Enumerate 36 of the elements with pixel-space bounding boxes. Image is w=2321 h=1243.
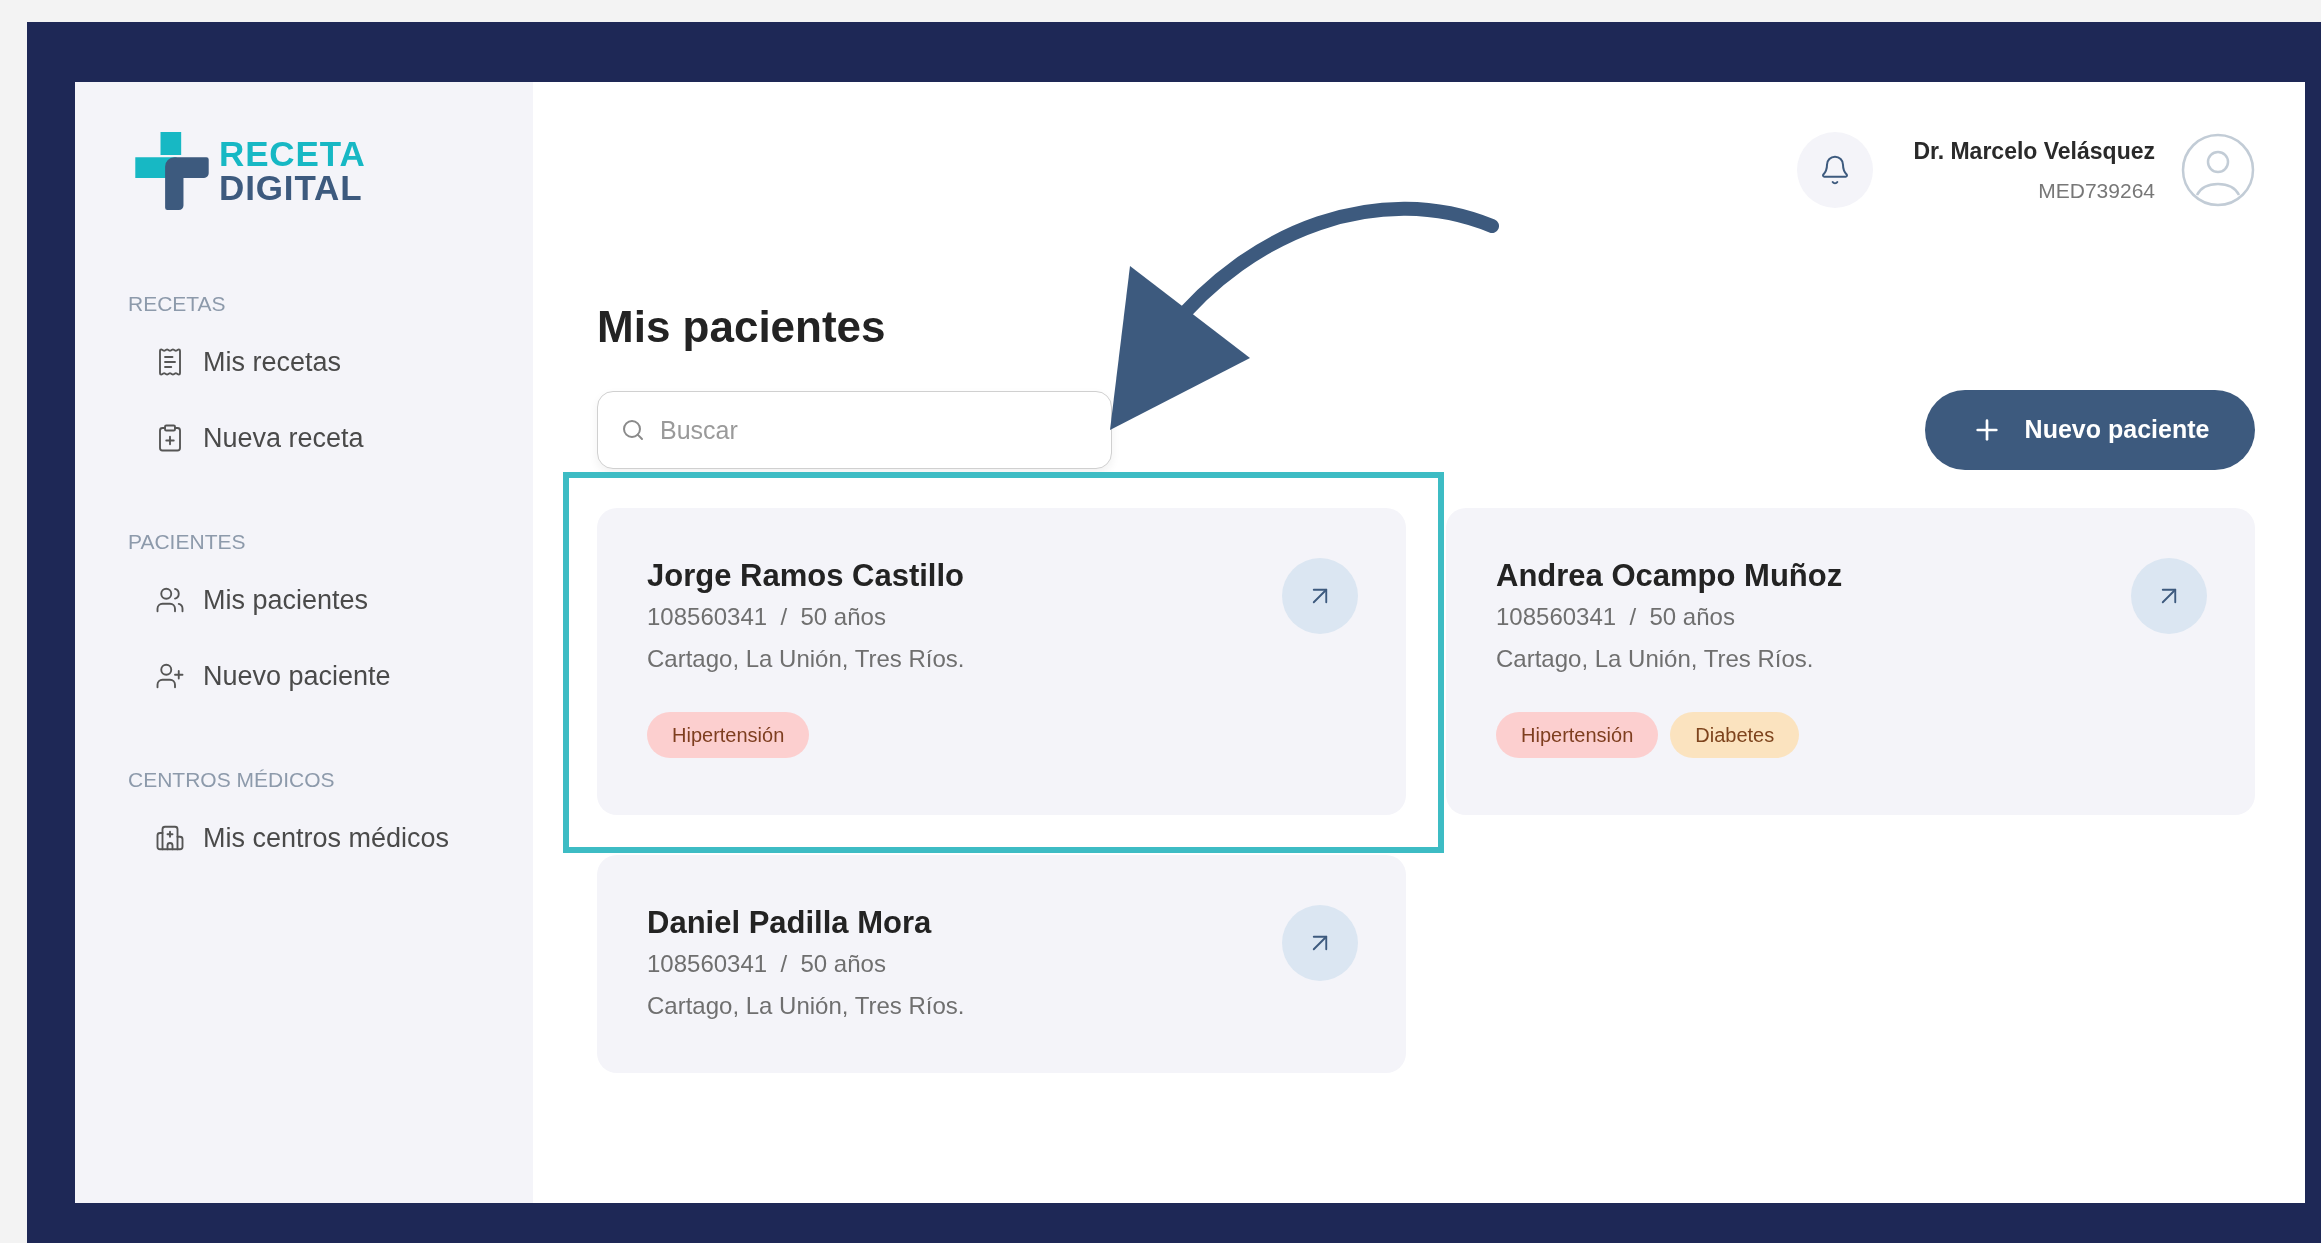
section-label: CENTROS MÉDICOS [128,767,336,794]
condition-tag: Diabetes [1670,712,1800,758]
user-name: Dr. Marcelo Velásquez [1913,137,2155,166]
hospital-icon [155,823,185,853]
user-plus-icon [155,661,185,691]
section-label: RECETAS [128,291,227,318]
patient-name: Jorge Ramos Castillo [647,558,965,594]
condition-tag: Hipertensión [647,712,810,758]
avatar-icon[interactable] [2181,133,2255,207]
users-icon [155,585,185,615]
sidebar-item[interactable]: Mis recetas [128,324,533,400]
patient-address: Cartago, La Unión, Tres Ríos. [647,644,965,674]
logo-cross-icon [135,132,209,210]
sidebar-item[interactable]: Mis centros médicos [128,800,533,876]
patient-name: Daniel Padilla Mora [647,905,933,941]
search-field[interactable]: Buscar [597,391,1112,469]
patient-id-age: 108560341 / 50 años [1496,602,1736,632]
section-label: PACIENTES [128,529,247,556]
logo-text: DIGITAL [219,171,364,205]
condition-tag: Hipertensión [1496,712,1659,758]
sidebar-item[interactable]: Mis pacientes [128,562,533,638]
patient-card[interactable]: Daniel Padilla Mora 108560341 / 50 años Cartago, La Unión, Tres Ríos. [597,855,1406,1073]
patient-card[interactable]: Andrea Ocampo Muñoz 108560341 / 50 años Cartago, La Unión, Tres Ríos. Hipertensión Diabetes [1446,508,2255,815]
patient-id-age: 108560341 / 50 años [647,949,887,979]
patient-address: Cartago, La Unión, Tres Ríos. [1496,644,1815,674]
sidebar-item[interactable]: Nueva receta [128,400,533,476]
search-icon [621,418,645,442]
patient-name: Andrea Ocampo Muñoz [1496,558,1843,594]
patient-card[interactable]: Jorge Ramos Castillo 108560341 / 50 años Cartago, La Unión, Tres Ríos. Hipertensión [597,508,1406,815]
sidebar-item[interactable]: Nuevo paciente [128,638,533,714]
user-id: MED739264 [2038,177,2155,204]
logo-text: RECETA [219,137,366,171]
page-title: Mis pacientes [597,301,887,353]
patient-address: Cartago, La Unión, Tres Ríos. [647,991,965,1021]
new-patient-button[interactable]: Nuevo paciente [1925,390,2255,470]
patient-id-age: 108560341 / 50 años [647,602,887,632]
